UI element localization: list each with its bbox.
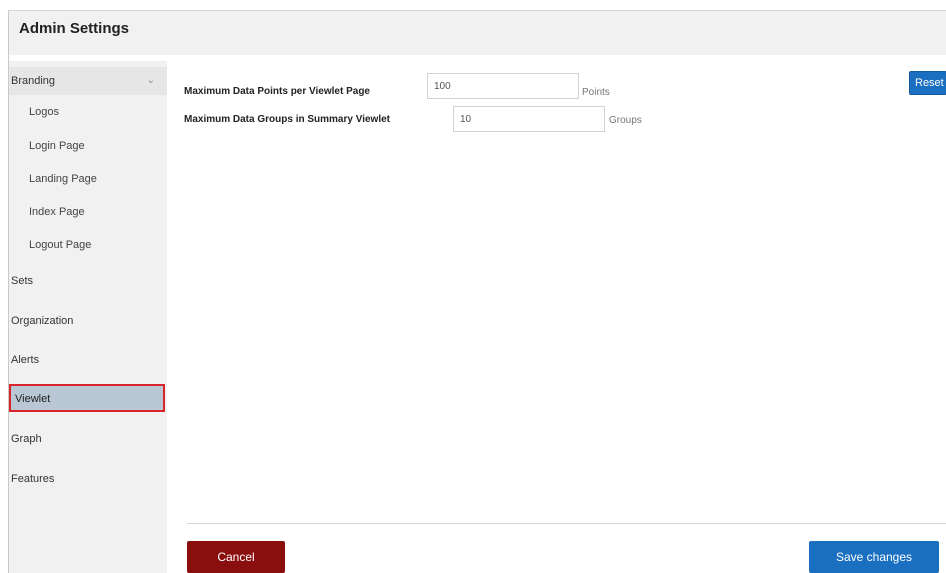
sidebar-item-sets[interactable]: Sets [9,267,167,295]
max-data-points-label: Maximum Data Points per Viewlet Page [184,86,370,97]
sidebar-item-label: Branding [11,75,56,87]
sidebar: Branding ⌄ Logos Login Page Landing Page… [9,61,167,573]
sidebar-item-label: Sets [11,275,34,287]
reset-button[interactable]: Reset [909,71,946,95]
admin-settings-window: Admin Settings Branding ⌄ Logos Login Pa… [8,10,946,573]
sidebar-item-logout-page[interactable]: Logout Page [29,239,91,251]
max-data-points-unit: Points [582,87,610,98]
sidebar-item-alerts[interactable]: Alerts [9,346,167,374]
sidebar-item-graph[interactable]: Graph [9,425,167,453]
sidebar-item-login-page[interactable]: Login Page [29,140,85,152]
max-data-groups-unit: Groups [609,115,642,126]
save-changes-button[interactable]: Save changes [809,541,939,573]
sidebar-item-label: Alerts [11,354,40,366]
sidebar-item-viewlet[interactable]: Viewlet [9,384,165,412]
sidebar-item-label: Graph [11,433,42,445]
sidebar-item-label: Features [11,473,55,485]
sidebar-item-label: Organization [11,315,74,327]
sidebar-item-label: Viewlet [15,393,51,405]
cancel-button[interactable]: Cancel [187,541,285,573]
sidebar-item-organization[interactable]: Organization [9,307,167,335]
max-data-groups-input[interactable] [453,106,605,132]
sidebar-item-features[interactable]: Features [9,465,167,493]
title-bar: Admin Settings [9,11,946,55]
chevron-down-icon: ⌄ [146,75,155,86]
sidebar-item-index-page[interactable]: Index Page [29,206,85,218]
sidebar-item-branding[interactable]: Branding ⌄ [9,67,167,95]
sidebar-item-logos[interactable]: Logos [29,106,59,118]
sidebar-item-landing-page[interactable]: Landing Page [29,173,97,185]
footer-divider [187,523,946,524]
max-data-groups-label: Maximum Data Groups in Summary Viewlet [184,114,390,125]
page-title: Admin Settings [19,20,130,37]
max-data-points-input[interactable] [427,73,579,99]
